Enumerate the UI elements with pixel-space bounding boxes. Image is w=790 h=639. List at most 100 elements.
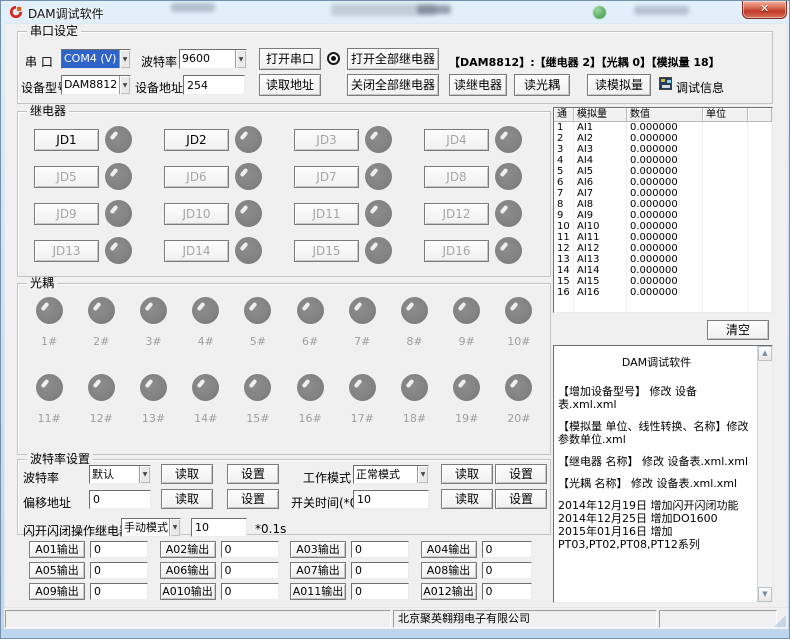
output-value-input[interactable]	[90, 541, 148, 558]
close-button[interactable]: ✕	[742, 1, 787, 19]
close-all-relays-button[interactable]: 关闭全部继电器	[347, 74, 439, 96]
table-cell: AI6	[574, 177, 627, 188]
chevron-down-icon[interactable]: ▼	[235, 50, 246, 68]
opto-lamp-icon	[453, 374, 480, 401]
relay-lamp-icon	[105, 237, 132, 264]
debug-info-label[interactable]: 调试信息	[676, 79, 724, 96]
relay-button-jd6[interactable]: JD6	[164, 166, 229, 188]
output-value-input[interactable]	[351, 562, 409, 579]
scroll-up-icon[interactable]: ▲	[758, 346, 772, 361]
output-value-input[interactable]	[90, 583, 148, 600]
offset-read-button[interactable]: 读取	[161, 489, 213, 509]
workmode-read-button[interactable]: 读取	[441, 464, 493, 484]
clear-button[interactable]: 清空	[707, 320, 769, 340]
read-relay-button[interactable]: 读继电器	[449, 74, 507, 96]
relay-button-jd13[interactable]: JD13	[34, 240, 99, 262]
output-button-a02[interactable]: A02输出	[160, 541, 216, 558]
workmode-set-button[interactable]: 设置	[495, 464, 547, 484]
output-value-input[interactable]	[221, 583, 279, 600]
relay-button-jd1[interactable]: JD1	[34, 129, 99, 151]
relay-button-jd7[interactable]: JD7	[294, 166, 359, 188]
relay-button-jd2[interactable]: JD2	[164, 129, 229, 151]
switch-time-input[interactable]	[353, 490, 429, 509]
output-button-a04[interactable]: A04输出	[421, 541, 477, 558]
output-value-input[interactable]	[482, 583, 532, 600]
output-value-input[interactable]	[221, 562, 279, 579]
relay-button-jd10[interactable]: JD10	[164, 203, 229, 225]
output-button-a08[interactable]: A08输出	[421, 562, 477, 579]
switch-read-button[interactable]: 读取	[441, 489, 493, 509]
open-all-relays-button[interactable]: 打开全部继电器	[347, 48, 439, 70]
offset-input[interactable]	[89, 490, 151, 509]
device-address-input[interactable]	[183, 75, 245, 95]
table-cell	[703, 221, 748, 232]
resize-grip-icon[interactable]	[774, 615, 786, 627]
relay-button-jd16[interactable]: JD16	[424, 240, 489, 262]
info-panel-content: DAM调试软件 【增加设备型号】 修改 设备表.xml.xml【模拟量 单位、线…	[554, 346, 757, 602]
read-opto-button[interactable]: 读光耦	[514, 74, 570, 96]
relay-button-jd15[interactable]: JD15	[294, 240, 359, 262]
relay-button-jd12[interactable]: JD12	[424, 203, 489, 225]
output-button-a09[interactable]: A09输出	[29, 583, 85, 600]
output-value-input[interactable]	[351, 583, 409, 600]
output-button-a05[interactable]: A05输出	[29, 562, 85, 579]
relay-button-jd3[interactable]: JD3	[294, 129, 359, 151]
relay-button-jd14[interactable]: JD14	[164, 240, 229, 262]
com-port-select[interactable]: COM4 (V) ▼	[61, 49, 131, 69]
info-scrollbar[interactable]: ▲ ▼	[757, 346, 772, 602]
baud-set-button[interactable]: 设置	[227, 464, 279, 484]
table-cell: 15	[554, 276, 574, 287]
chevron-down-icon[interactable]: ▼	[417, 466, 428, 483]
scroll-down-icon[interactable]: ▼	[758, 587, 772, 602]
info-changelog: 2014年12月19日 增加闪开闪闭功能2014年12月25日 增加DO1600…	[558, 499, 755, 551]
switch-set-button[interactable]: 设置	[495, 489, 547, 509]
read-address-button[interactable]: 读取地址	[259, 74, 321, 96]
open-serial-button[interactable]: 打开串口	[259, 48, 321, 70]
chevron-down-icon[interactable]: ▼	[139, 466, 150, 483]
output-button-a01[interactable]: A01输出	[29, 541, 85, 558]
background-smudge	[417, 5, 451, 14]
baud-read-button[interactable]: 读取	[161, 464, 213, 484]
output-value-input[interactable]	[90, 562, 148, 579]
relay-cell: JD11	[285, 200, 415, 227]
info-title: DAM调试软件	[558, 356, 755, 369]
opto-channel-label: 12#	[90, 412, 113, 425]
chevron-down-icon[interactable]: ▼	[169, 519, 180, 536]
chevron-down-icon[interactable]: ▼	[119, 50, 130, 68]
baud-cfg-select[interactable]: 默认 ▼	[89, 465, 151, 484]
table-cell	[748, 287, 772, 298]
output-button-a012[interactable]: A012输出	[421, 583, 477, 600]
table-row: 15AI150.000000	[554, 276, 772, 287]
flash-time-input[interactable]	[191, 518, 247, 537]
table-cell	[748, 210, 772, 221]
relay-button-jd9[interactable]: JD9	[34, 203, 99, 225]
output-button-a06[interactable]: A06输出	[160, 562, 216, 579]
table-cell	[703, 166, 748, 177]
output-value-input[interactable]	[351, 541, 409, 558]
relay-button-jd8[interactable]: JD8	[424, 166, 489, 188]
output-button-a011[interactable]: A011输出	[290, 583, 346, 600]
output-button-a010[interactable]: A010输出	[160, 583, 216, 600]
model-select[interactable]: DAM8812 ▼	[61, 75, 131, 95]
baud-select[interactable]: 9600 ▼	[179, 49, 247, 69]
chevron-down-icon[interactable]: ▼	[119, 76, 130, 94]
output-value-input[interactable]	[221, 541, 279, 558]
read-analog-button[interactable]: 读模拟量	[587, 74, 651, 96]
table-header-cell: 模拟量	[574, 108, 627, 122]
debug-info-icon[interactable]	[659, 77, 672, 90]
relay-button-jd4[interactable]: JD4	[424, 129, 489, 151]
opto-cell: 5#	[244, 297, 271, 374]
relay-button-jd11[interactable]: JD11	[294, 203, 359, 225]
table-cell: 0.000000	[627, 155, 703, 166]
table-header-cell: 数值	[627, 108, 703, 122]
relay-button-jd5[interactable]: JD5	[34, 166, 99, 188]
output-value-input[interactable]	[482, 541, 532, 558]
offset-set-button[interactable]: 设置	[227, 489, 279, 509]
workmode-select[interactable]: 正常模式 ▼	[353, 465, 429, 484]
flash-mode-select[interactable]: 手动模式 ▼	[121, 518, 181, 537]
opto-cell: 14#	[192, 374, 219, 451]
output-value-input[interactable]	[482, 562, 532, 579]
output-button-a03[interactable]: A03输出	[290, 541, 346, 558]
output-button-a07[interactable]: A07输出	[290, 562, 346, 579]
baud-cfg-value: 默认	[90, 466, 139, 483]
